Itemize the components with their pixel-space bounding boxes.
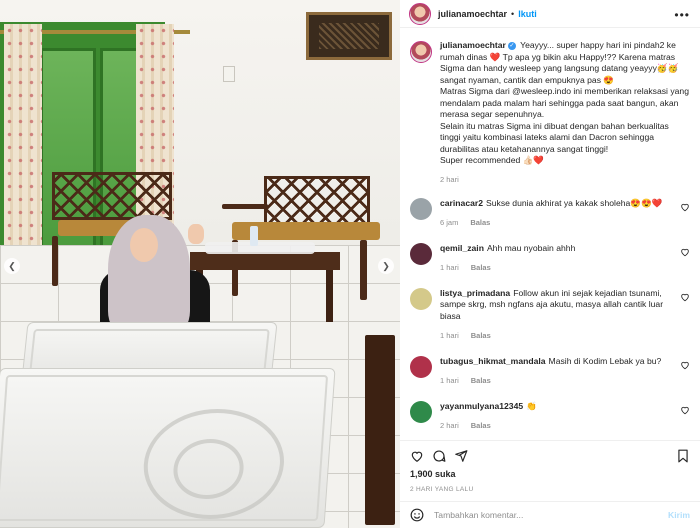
likes-count[interactable]: 1,900 suka <box>410 469 456 479</box>
chevron-left-icon[interactable]: ❮ <box>4 258 20 274</box>
comment-text: Ahh mau nyobain ahhh <box>486 242 576 253</box>
caption: julianamoechtar ✓ Yeayyy... super happy h… <box>410 40 690 167</box>
comment-item: listya_primadana Follow akun ini sejak ke… <box>410 287 690 342</box>
avatar[interactable] <box>410 242 432 265</box>
emoji-icon[interactable] <box>410 508 424 522</box>
bench-left-back <box>52 172 172 220</box>
heart-icon[interactable] <box>680 292 690 302</box>
heart-icon[interactable] <box>680 360 690 370</box>
follow-button[interactable]: Ikuti <box>518 9 537 19</box>
comment-time[interactable]: 1 hari <box>440 263 459 272</box>
avatar[interactable] <box>410 197 432 220</box>
heart-icon[interactable] <box>680 202 690 212</box>
post-comment-button[interactable]: Kirim <box>668 510 690 520</box>
comment-text: Masih di Kodim Lebak ya bu? <box>548 355 662 366</box>
caption-meta: 2 hari <box>440 175 690 184</box>
comment-username[interactable]: listya_primadana <box>440 288 510 298</box>
comment-item: carinacar2 Sukse dunia akhirat ya kakak s… <box>410 197 690 229</box>
post-actions <box>400 440 700 464</box>
post-side-panel: julianamoechtar • Ikuti ••• julianamoech… <box>400 0 700 528</box>
comment-time[interactable]: 1 hari <box>440 331 459 340</box>
more-horizontal-icon[interactable]: ••• <box>674 8 690 22</box>
comment-text: 👏 <box>526 400 537 411</box>
comment-text: Sukse dunia akhirat ya kakak sholeha😍😍❤️ <box>486 197 663 208</box>
bench-right-back <box>264 176 370 228</box>
avatar[interactable] <box>410 287 432 310</box>
heart-icon[interactable] <box>680 405 690 415</box>
light-switch <box>223 66 235 82</box>
reply-button[interactable]: Balas <box>471 376 491 385</box>
comment-time[interactable]: 1 hari <box>440 376 459 385</box>
header-separator: • <box>511 8 515 19</box>
foreground-bench <box>365 335 395 525</box>
caption-time[interactable]: 2 hari <box>440 175 459 184</box>
verified-icon: ✓ <box>507 41 516 50</box>
comment-username[interactable]: yayanmulyana12345 <box>440 401 523 411</box>
avatar[interactable] <box>409 2 431 25</box>
comment-input[interactable] <box>434 510 669 520</box>
bookmark-icon[interactable] <box>676 449 690 463</box>
comment-item: qemil_zain Ahh mau nyobain ahhh 1 hari Bal… <box>410 242 690 274</box>
avatar[interactable] <box>410 41 432 63</box>
table-items <box>205 242 315 254</box>
comment-username[interactable]: tubagus_hikmat_mandala <box>440 356 546 366</box>
reply-button[interactable]: Balas <box>471 421 491 430</box>
wall-frame <box>306 12 392 60</box>
post-header: julianamoechtar • Ikuti ••• <box>400 0 700 28</box>
caption-text: Yeayyy... super happy hari ini pindah2 k… <box>440 40 689 165</box>
caption-username[interactable]: julianamoechtar <box>440 40 506 50</box>
comment-username[interactable]: carinacar2 <box>440 198 483 208</box>
coffee-table <box>190 252 340 270</box>
heart-icon[interactable] <box>680 247 690 257</box>
reply-button[interactable]: Balas <box>471 331 491 340</box>
add-comment-bar: Kirim <box>400 501 700 528</box>
post-photo[interactable]: ❮ ❯ <box>0 0 400 528</box>
post-date: 2 HARI YANG LALU <box>410 486 474 493</box>
avatar[interactable] <box>410 355 432 378</box>
share-icon[interactable] <box>454 449 468 463</box>
person-face <box>130 228 158 262</box>
comment-username[interactable]: qemil_zain <box>440 243 484 253</box>
reply-button[interactable]: Balas <box>470 218 490 227</box>
comment-item: tubagus_hikmat_mandala Masih di Kodim Leb… <box>410 355 690 387</box>
avatar[interactable] <box>410 400 432 423</box>
chevron-right-icon[interactable]: ❯ <box>378 258 394 274</box>
person-hand <box>188 224 204 244</box>
heart-icon[interactable] <box>410 449 424 463</box>
curtain-left <box>4 24 42 269</box>
header-username[interactable]: julianamoechtar <box>438 9 507 19</box>
comment-icon[interactable] <box>432 449 446 463</box>
reply-button[interactable]: Balas <box>471 263 491 272</box>
caption-body: julianamoechtar ✓ Yeayyy... super happy h… <box>440 40 690 167</box>
comment-time[interactable]: 6 jam <box>440 218 458 227</box>
comment-item: yayanmulyana12345 👏 2 hari Balas <box>410 400 690 432</box>
comments-list[interactable]: julianamoechtar ✓ Yeayyy... super happy h… <box>400 40 700 435</box>
mattress-front <box>0 368 336 528</box>
comment-time[interactable]: 2 hari <box>440 421 459 430</box>
